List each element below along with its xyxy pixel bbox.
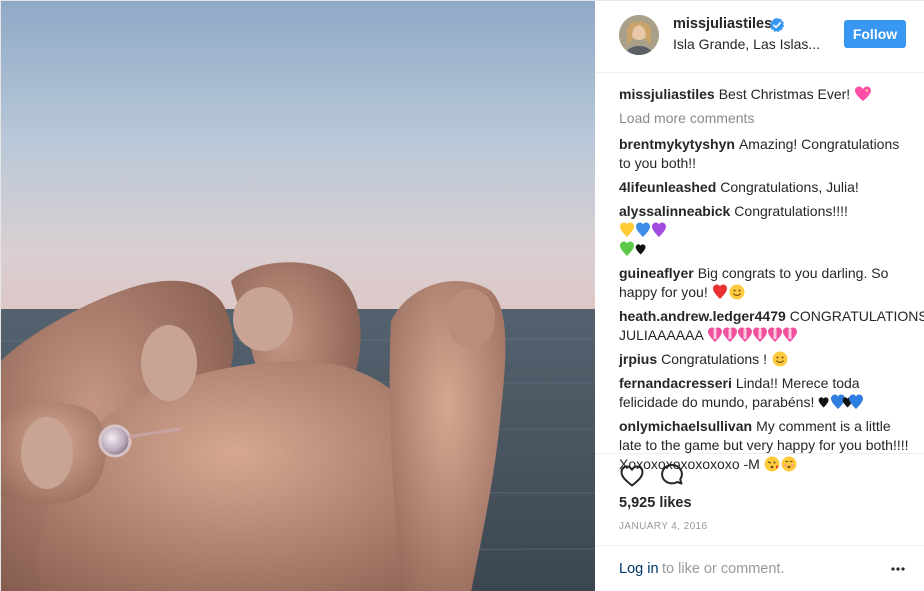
instagram-post: missjuliastiles Isla Grande, Las Islas..… <box>0 0 924 591</box>
comment: guineaflyer Big congrats to you darling. … <box>619 264 909 302</box>
comment-author[interactable]: onlymichaelsullivan <box>619 418 752 434</box>
avatar[interactable] <box>619 15 659 55</box>
comment-author[interactable]: fernandacresseri <box>619 375 732 391</box>
heart-smile-icon <box>712 284 745 300</box>
colored-hearts-icon <box>620 222 666 237</box>
comment: fernandacresseri Linda!! Merece toda feli… <box>619 374 909 412</box>
comment: heath.andrew.ledger4479 CONGRATULATIONS J… <box>619 307 924 345</box>
verified-badge-icon <box>769 17 785 33</box>
comment: 4lifeunleashed Congratulations, Julia! <box>619 178 909 197</box>
comment-author[interactable]: guineaflyer <box>619 265 694 281</box>
comment-text: Congratulations ! <box>661 351 767 367</box>
follow-button[interactable]: Follow <box>844 20 906 48</box>
comment: alyssalinneabick Congratulations!!!! <box>619 202 909 259</box>
caption: missjuliastiles Best Christmas Ever! <box>619 85 909 104</box>
login-link[interactable]: Log in <box>619 561 659 577</box>
login-prompt-text: to like or comment. <box>662 561 785 577</box>
post-photo[interactable] <box>1 1 595 591</box>
speech-bubble-icon[interactable] <box>659 463 685 489</box>
more-options-icon[interactable] <box>891 566 905 572</box>
avatar-image <box>619 15 659 55</box>
comment-author[interactable]: 4lifeunleashed <box>619 179 716 195</box>
ribbon-hearts-icon <box>707 327 797 342</box>
post-location[interactable]: Isla Grande, Las Islas... <box>673 36 820 52</box>
likes-count[interactable]: 5,925 likes <box>619 495 692 511</box>
comment-author[interactable]: jrpius <box>619 351 657 367</box>
smiley-icon <box>772 351 788 367</box>
comment-text: Congratulations!!!! <box>734 203 848 219</box>
caption-text: Best Christmas Ever! <box>718 86 851 102</box>
comment-author[interactable]: heath.andrew.ledger4479 <box>619 308 786 324</box>
post-sidebar: missjuliastiles Isla Grande, Las Islas..… <box>595 1 924 591</box>
post-author-username[interactable]: missjuliastiles <box>673 16 772 32</box>
comment: jrpius Congratulations ! <box>619 350 909 369</box>
comment-author[interactable]: brentmykytyshyn <box>619 136 735 152</box>
kissing-faces-icon <box>764 456 797 472</box>
load-more-comments-link[interactable]: Load more comments <box>619 109 909 128</box>
post-date[interactable]: JANUARY 4, 2016 <box>619 521 707 532</box>
black-blue-hearts-icon <box>818 394 864 409</box>
comments-list: missjuliastiles Best Christmas Ever! Load… <box>619 85 924 479</box>
sparkling-heart-icon <box>855 86 872 101</box>
comment: brentmykytyshyn Amazing! Congratulations … <box>619 135 909 173</box>
photo-image <box>1 1 595 591</box>
heart-outline-icon[interactable] <box>619 463 645 489</box>
comment-text: Congratulations, Julia! <box>720 179 859 195</box>
caption-author[interactable]: missjuliastiles <box>619 86 715 102</box>
post-header: missjuliastiles Isla Grande, Las Islas..… <box>595 1 924 73</box>
comment-author[interactable]: alyssalinneabick <box>619 203 730 219</box>
post-footer: Log in to like or comment. <box>595 545 924 591</box>
green-black-hearts-icon <box>620 241 646 256</box>
actions-divider <box>595 453 924 454</box>
